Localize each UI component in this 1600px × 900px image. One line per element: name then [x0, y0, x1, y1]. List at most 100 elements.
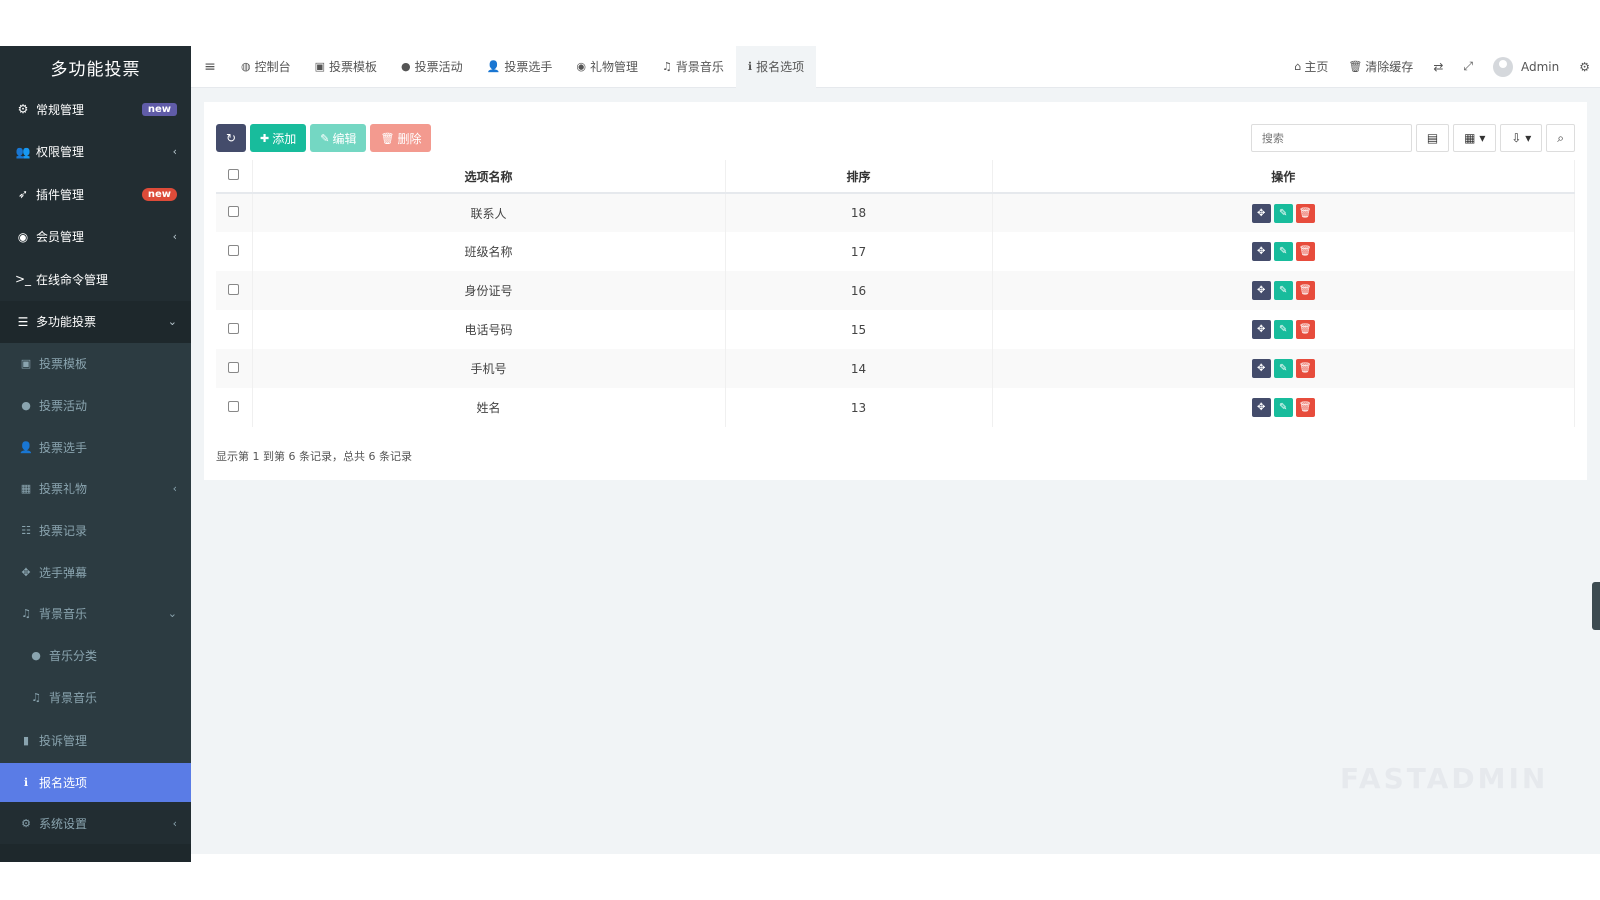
sidebar-item-vote-template[interactable]: ▣ 投票模板: [0, 343, 191, 385]
tab-gift[interactable]: ◉ 礼物管理: [564, 46, 650, 88]
export-icon: ⇩ ▾: [1511, 131, 1532, 145]
delete-icon[interactable]: 🗑: [1295, 242, 1315, 261]
sidebar-item-general[interactable]: ⚙ 常规管理 new: [0, 88, 191, 131]
sidebar-item-label: 插件管理: [36, 187, 85, 202]
settings-icon[interactable]: ⚙: [1569, 60, 1600, 74]
table-row: 电话号码 15 ✥ ✎ 🗑: [216, 310, 1575, 349]
edit-icon[interactable]: ✎: [1273, 203, 1293, 223]
row-checkbox[interactable]: [228, 361, 240, 373]
edit-button[interactable]: ✎ 编辑: [310, 124, 367, 152]
language-icon[interactable]: ⇄: [1423, 60, 1453, 74]
sidebar-item-vote[interactable]: ☰ 多功能投票 ⌄: [0, 300, 191, 343]
sidebar-item-system[interactable]: ⚙ 系统设置 ‹: [0, 802, 191, 845]
delete-label: 删除: [397, 131, 422, 146]
sidebar-item-auth[interactable]: 👥 权限管理 ‹: [0, 131, 191, 174]
sidebar-item-danmaku[interactable]: ✥ 选手弹幕: [0, 551, 191, 593]
music-icon: ♫: [21, 607, 31, 621]
edit-icon[interactable]: ✎: [1273, 359, 1293, 378]
sidebar-item-signup-options[interactable]: ℹ 报名选项: [0, 763, 191, 803]
side-panel-handle[interactable]: [1592, 582, 1600, 630]
tab-vote-player[interactable]: 👤 投票选手: [475, 46, 565, 88]
tab-vote-template[interactable]: ▣ 投票模板: [303, 46, 389, 88]
select-all-checkbox[interactable]: [228, 169, 240, 180]
search-button[interactable]: ⌕: [1546, 124, 1575, 152]
column-header-name[interactable]: 选项名称: [252, 160, 726, 194]
delete-icon[interactable]: 🗑: [1295, 320, 1315, 339]
chevron-left-icon: ‹: [172, 816, 177, 830]
row-checkbox[interactable]: [228, 244, 240, 256]
row-actions: ✥ ✎ 🗑: [992, 349, 1575, 388]
watermark-logo: FASTADMIN: [1340, 762, 1549, 795]
delete-icon[interactable]: 🗑: [1295, 359, 1315, 378]
edit-icon[interactable]: ✎: [1273, 398, 1293, 417]
tab-music[interactable]: ♫ 背景音乐: [650, 46, 736, 88]
column-header-sort[interactable]: 排序: [725, 160, 993, 194]
row-actions: ✥ ✎ 🗑: [992, 193, 1575, 232]
table-toolbar: ↻ ✚ 添加 ✎ 编辑 🗑 删除: [216, 124, 432, 152]
drag-sort-icon[interactable]: ✥: [1251, 359, 1271, 378]
add-button[interactable]: ✚ 添加: [250, 124, 307, 152]
delete-icon[interactable]: 🗑: [1295, 398, 1315, 417]
sidebar-item-vote-gift[interactable]: ▦ 投票礼物 ‹: [0, 468, 191, 510]
sidebar-item-members[interactable]: ◉ 会员管理 ‹: [0, 216, 191, 259]
sidebar-item-command[interactable]: >_ 在线命令管理: [0, 258, 191, 301]
user-menu[interactable]: Admin: [1483, 56, 1569, 77]
logo[interactable]: 多功能投票: [0, 46, 191, 88]
search-input[interactable]: [1250, 124, 1412, 152]
trash-icon: 🗑: [380, 131, 395, 145]
columns-icon: ▦ ▾: [1464, 131, 1486, 145]
tab-vote-activity[interactable]: ● 投票活动: [389, 46, 475, 88]
sidebar-item-vote-player[interactable]: 👤 投票选手: [0, 426, 191, 468]
drag-sort-icon[interactable]: ✥: [1251, 320, 1271, 339]
tab-label: 投票模板: [329, 60, 378, 74]
export-button[interactable]: ⇩ ▾: [1500, 124, 1543, 152]
avatar: [1492, 56, 1513, 77]
drag-sort-icon[interactable]: ✥: [1251, 242, 1271, 261]
sidebar-item-label: 选手弹幕: [39, 565, 88, 580]
option-name: 姓名: [252, 388, 726, 427]
sidebar-item-vote-activity[interactable]: ● 投票活动: [0, 385, 191, 427]
vote-submenu: ▣ 投票模板 ● 投票活动 👤 投票选手 ▦ 投票礼物 ‹ ☷ 投票记录 ✥ 选…: [0, 343, 191, 845]
table-search-area: ▤ ▦ ▾ ⇩ ▾ ⌕: [1250, 124, 1575, 152]
home-label: 主页: [1304, 60, 1329, 74]
table-row: 姓名 13 ✥ ✎ 🗑: [216, 388, 1575, 427]
sidebar-item-music-category[interactable]: ● 音乐分类: [0, 635, 191, 677]
refresh-button[interactable]: ↻: [216, 124, 246, 152]
options-table: 选项名称 排序 操作 联系人 18 ✥ ✎ 🗑 班级名称 17 ✥ ✎ 🗑 身份…: [216, 160, 1575, 427]
drag-sort-icon[interactable]: ✥: [1251, 398, 1271, 417]
circle-icon: ◉: [576, 60, 586, 73]
edit-icon[interactable]: ✎: [1273, 320, 1293, 339]
columns-button[interactable]: ▦ ▾: [1453, 124, 1497, 152]
row-checkbox[interactable]: [228, 400, 240, 412]
home-link[interactable]: ⌂ 主页: [1284, 58, 1338, 75]
sidebar-item-music[interactable]: ♫ 背景音乐 ⌄: [0, 593, 191, 635]
row-checkbox[interactable]: [228, 206, 240, 217]
option-name: 班级名称: [252, 232, 726, 271]
chevron-down-icon: ⌄: [167, 607, 177, 621]
drag-sort-icon[interactable]: ✥: [1251, 281, 1271, 300]
tab-dashboard[interactable]: ◍ 控制台: [229, 46, 303, 88]
menu-toggle-icon[interactable]: ≡: [191, 59, 229, 75]
delete-icon[interactable]: 🗑: [1295, 281, 1315, 300]
sidebar-item-vote-record[interactable]: ☷ 投票记录: [0, 510, 191, 552]
chevron-left-icon: ‹: [172, 145, 177, 159]
option-sort: 14: [725, 349, 993, 388]
drag-sort-icon[interactable]: ✥: [1251, 203, 1271, 223]
row-actions: ✥ ✎ 🗑: [992, 232, 1575, 271]
delete-icon[interactable]: 🗑: [1295, 203, 1315, 223]
toggle-view-button[interactable]: ▤: [1415, 124, 1450, 152]
clear-cache-button[interactable]: 🗑 清除缓存: [1338, 58, 1423, 75]
edit-icon[interactable]: ✎: [1273, 242, 1293, 261]
sidebar-item-plugins[interactable]: ➶ 插件管理 new: [0, 173, 191, 216]
refresh-icon: ↻: [225, 131, 237, 145]
row-checkbox[interactable]: [228, 322, 240, 334]
edit-icon[interactable]: ✎: [1273, 281, 1293, 300]
sidebar-item-complaint[interactable]: ▮ 投诉管理: [0, 718, 191, 763]
fullscreen-icon[interactable]: ⤢: [1453, 59, 1483, 74]
delete-button[interactable]: 🗑 删除: [370, 124, 432, 152]
sidebar-item-music-bg[interactable]: ♫ 背景音乐: [0, 677, 191, 719]
row-checkbox[interactable]: [228, 283, 240, 295]
tab-signup-options[interactable]: ℹ 报名选项: [735, 45, 817, 88]
column-header-ops: 操作: [992, 160, 1575, 194]
sidebar-item-label: 投票记录: [39, 524, 88, 539]
